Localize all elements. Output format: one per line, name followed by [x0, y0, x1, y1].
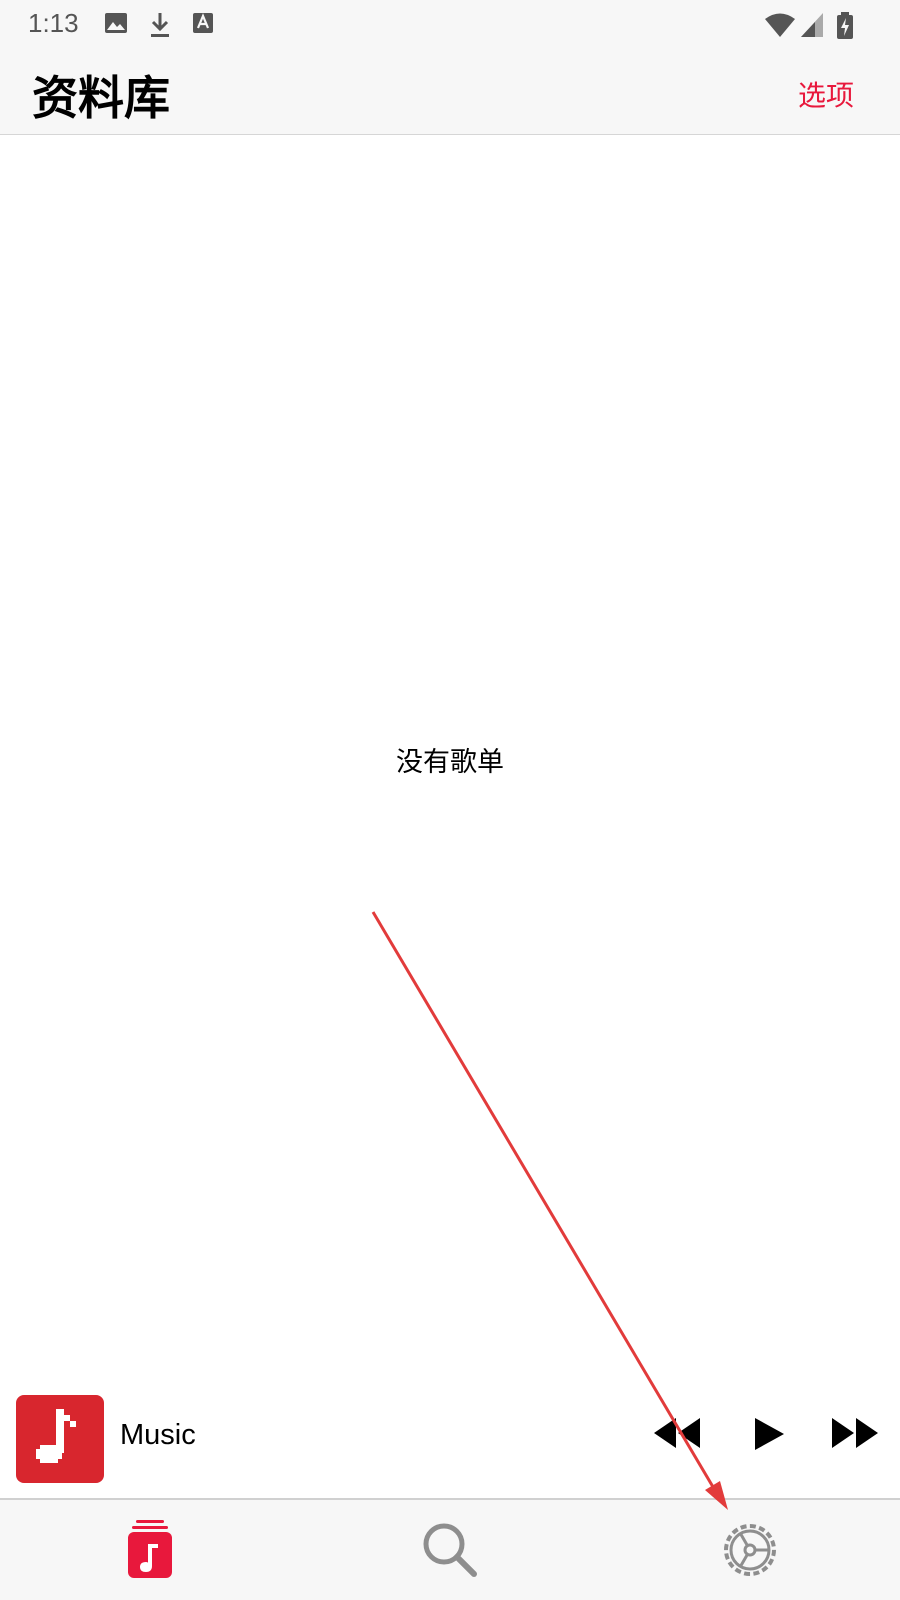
- page-title: 资料库: [32, 71, 170, 125]
- signal-icon: [801, 13, 823, 37]
- rewind-icon[interactable]: [652, 1416, 702, 1450]
- music-note-icon: [36, 1409, 76, 1463]
- battery-icon: [837, 12, 853, 39]
- tab-bar: [0, 1500, 900, 1600]
- options-button[interactable]: 选项: [798, 74, 854, 114]
- wifi-icon: [765, 13, 795, 37]
- a-icon: [193, 13, 213, 33]
- now-playing-title[interactable]: Music: [120, 1419, 196, 1452]
- settings-icon[interactable]: [718, 1518, 782, 1582]
- download-icon: [151, 13, 169, 37]
- image-icon: [105, 13, 127, 33]
- play-icon[interactable]: [752, 1416, 786, 1452]
- library-icon[interactable]: [118, 1518, 182, 1582]
- annotation-arrow: [371, 911, 728, 1510]
- mini-player[interactable]: Music: [0, 1386, 900, 1500]
- empty-playlist-message: 没有歌单: [396, 747, 504, 778]
- status-time: 1:13: [28, 8, 79, 38]
- header: 资料库 选项: [0, 48, 900, 135]
- search-icon[interactable]: [418, 1518, 482, 1582]
- album-artwork[interactable]: [16, 1395, 104, 1483]
- status-bar: 1:13: [0, 0, 900, 48]
- fast-forward-icon[interactable]: [830, 1416, 880, 1450]
